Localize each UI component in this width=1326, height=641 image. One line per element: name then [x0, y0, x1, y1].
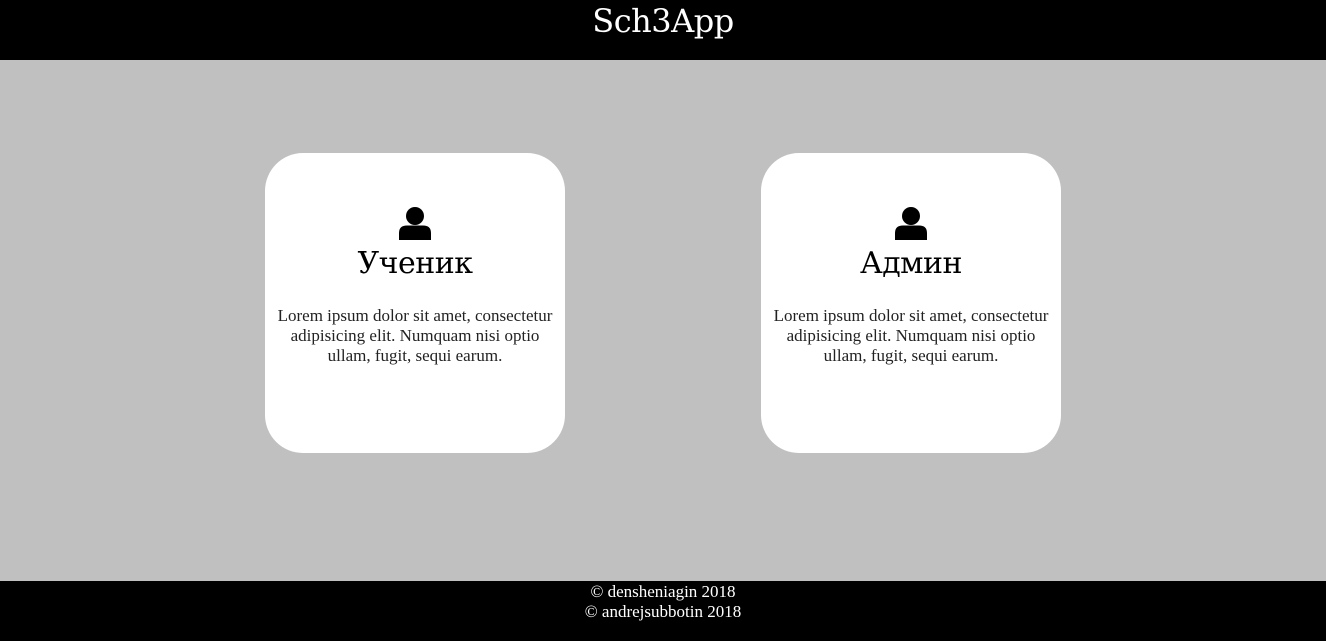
copyright-line: © densheniagin 2018 [590, 582, 736, 601]
app-footer: © densheniagin 2018 © andrejsubbotin 201… [0, 581, 1326, 641]
user-icon [895, 207, 927, 240]
copyright-line: © andrejsubbotin 2018 [584, 602, 742, 621]
app-header: Sch3App [0, 0, 1326, 60]
role-selection: Ученик Lorem ipsum dolor sit amet, conse… [0, 60, 1326, 581]
app-title: Sch3App [592, 2, 734, 40]
admin-card-description: Lorem ipsum dolor sit amet, consectetur … [773, 306, 1049, 365]
user-icon [399, 207, 431, 240]
student-card[interactable]: Ученик Lorem ipsum dolor sit amet, conse… [265, 153, 565, 453]
admin-card[interactable]: Админ Lorem ipsum dolor sit amet, consec… [761, 153, 1061, 453]
student-card-title: Ученик [357, 246, 473, 281]
student-card-description: Lorem ipsum dolor sit amet, consectetur … [277, 306, 553, 365]
admin-card-title: Админ [859, 246, 963, 281]
